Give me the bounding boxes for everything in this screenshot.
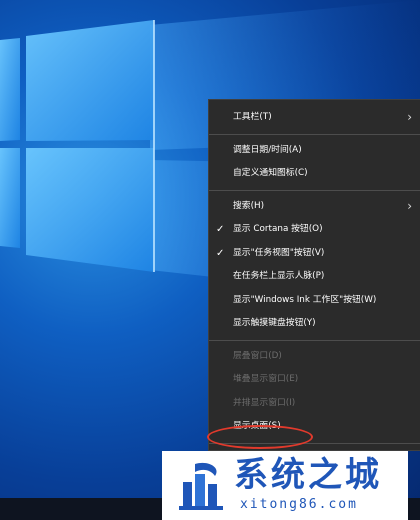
watermark-banner: 系统之城 xitong86.com [162,451,408,520]
taskbar-context-menu: 工具栏(T) › 调整日期/时间(A) 自定义通知图标(C) 搜索(H) › ✓ 显示 Cor… [208,99,420,464]
chevron-right-icon: › [407,198,412,213]
menu-item-调整日期-时间[interactable]: 调整日期/时间(A) [209,139,420,163]
menu-item-显示触摸键盘按钮[interactable]: 显示触摸键盘按钮(Y) [209,312,420,336]
checkmark-icon: ✓ [216,247,225,259]
watermark-url: xitong86.com [240,497,358,512]
menu-separator [209,339,420,341]
highlight-annotation-circle [207,425,313,449]
menu-item-显示-cortana-按钮[interactable]: ✓ 显示 Cortana 按钮(O) [209,218,420,242]
menu-item-label: 在任务栏上显示人脉(P) [233,271,325,281]
menu-item-搜索[interactable]: 搜索(H) › [209,195,420,219]
menu-separator [209,189,420,191]
menu-separator [209,133,420,135]
menu-item-label: 层叠窗口(D) [233,350,282,361]
menu-item-label: 显示触摸键盘按钮(Y) [233,318,316,328]
menu-item-堆叠显示窗口: 堆叠显示窗口(E) [209,368,420,392]
watermark-title: 系统之城 [234,455,382,495]
checkmark-icon: ✓ [216,224,225,235]
menu-item-label: 堆叠显示窗口(E) [233,374,299,384]
menu-item-label: 并排显示窗口(I) [233,397,296,408]
menu-item-层叠窗口: 层叠窗口(D) [209,345,420,369]
menu-item-label: 显示"Windows Ink 工作区"按钮(W) [233,294,377,305]
chevron-right-icon: › [407,110,412,124]
menu-item-label: 工具栏(T) [233,112,272,122]
menu-item-label: 显示"任务视图"按钮(V) [233,247,325,258]
menu-item-并排显示窗口: 并排显示窗口(I) [209,392,420,416]
menu-item-自定义通知图标[interactable]: 自定义通知图标(C) [209,162,420,186]
menu-item-label: 自定义通知图标(C) [233,168,308,178]
menu-item-在任务栏上显示人脉[interactable]: 在任务栏上显示人脉(P) [209,265,420,289]
menu-item-工具栏[interactable]: 工具栏(T) › [209,106,420,130]
menu-item-显示-windows-ink-工作区-按钮[interactable]: 显示"Windows Ink 工作区"按钮(W) [209,289,420,313]
menu-item-label: 调整日期/时间(A) [233,144,302,155]
menu-item-label: 显示 Cortana 按钮(O) [233,224,323,234]
watermark-logo-icon [179,462,223,510]
menu-item-label: 搜索(H) [233,200,265,211]
menu-item-显示-任务视图-按钮[interactable]: ✓ 显示"任务视图"按钮(V) [209,242,420,266]
